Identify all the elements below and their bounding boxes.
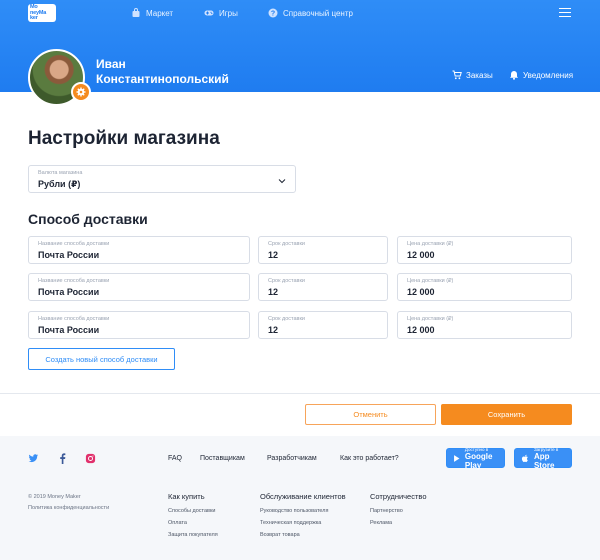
footer-link-suppliers[interactable]: Поставщикам bbox=[200, 455, 245, 462]
divider bbox=[0, 393, 600, 394]
delivery-term-value: 12 bbox=[268, 250, 279, 260]
footer-link[interactable]: Руководство пользователя bbox=[260, 508, 329, 514]
footer-col-title: Как купить bbox=[168, 492, 205, 501]
footer-link[interactable]: Техническая поддержка bbox=[260, 520, 321, 526]
notifications-link[interactable]: Уведомления bbox=[509, 70, 573, 80]
nav-help[interactable]: ? Справочный центр bbox=[268, 7, 353, 19]
footer-link[interactable]: Возврат товара bbox=[260, 532, 300, 538]
delivery-price-value: 12 000 bbox=[407, 325, 435, 335]
user-first-name: Иван bbox=[96, 57, 126, 71]
delivery-title: Способ доставки bbox=[28, 211, 148, 227]
delivery-name-field[interactable]: Название способа доставки Почта России bbox=[28, 311, 250, 339]
logo-text-3: Ma bbox=[38, 9, 47, 16]
footer-col-title: Обслуживание клиентов bbox=[260, 492, 346, 501]
footer-link[interactable]: Способы доставки bbox=[168, 508, 215, 514]
bell-icon bbox=[510, 71, 518, 80]
orders-link[interactable]: Заказы bbox=[452, 70, 493, 80]
delivery-term-value: 12 bbox=[268, 287, 279, 297]
app-store-button[interactable]: Загрузите в App Store bbox=[514, 447, 572, 470]
delivery-price-label: Цена доставки (₽) bbox=[407, 316, 454, 322]
delivery-price-label: Цена доставки (₽) bbox=[407, 278, 454, 284]
footer-link-how-it-works[interactable]: Как это работает? bbox=[340, 455, 399, 462]
gamepad-icon bbox=[204, 10, 214, 16]
avatar-settings-button[interactable] bbox=[71, 82, 91, 102]
footer-link-developers[interactable]: Разработчикам bbox=[267, 455, 317, 462]
save-button[interactable]: Сохранить bbox=[441, 404, 572, 425]
facebook-icon[interactable] bbox=[57, 453, 68, 464]
nav-market[interactable]: Маркет bbox=[131, 7, 173, 19]
svg-text:?: ? bbox=[271, 10, 275, 17]
gear-icon bbox=[76, 87, 86, 97]
footer-link[interactable]: Партнерство bbox=[370, 508, 403, 514]
logo[interactable]: Mo neyMa ker bbox=[28, 4, 56, 22]
delivery-name-label: Название способа доставки bbox=[38, 241, 110, 247]
cart-icon bbox=[452, 70, 462, 80]
footer-link-faq[interactable]: FAQ bbox=[168, 455, 182, 462]
delivery-price-value: 12 000 bbox=[407, 250, 435, 260]
footer-link[interactable]: Оплата bbox=[168, 520, 187, 526]
nav-games[interactable]: Игры bbox=[204, 7, 238, 19]
chevron-down-icon bbox=[278, 179, 286, 184]
delivery-name-value: Почта России bbox=[38, 325, 100, 335]
help-icon: ? bbox=[268, 8, 278, 18]
instagram-icon[interactable] bbox=[85, 453, 96, 464]
currency-select[interactable]: Валюта магазина Рубли (₽) bbox=[28, 165, 296, 193]
google-play-button[interactable]: Доступно в Google Play bbox=[446, 447, 505, 470]
cancel-button[interactable]: Отменить bbox=[305, 404, 436, 425]
delivery-term-label: Срок доставки bbox=[268, 316, 305, 322]
footer-link[interactable]: Защита покупателя bbox=[168, 532, 218, 538]
nav-market-label: Маркет bbox=[146, 8, 174, 18]
delivery-term-field[interactable]: Срок доставки 12 bbox=[258, 311, 388, 339]
delivery-term-value: 12 bbox=[268, 325, 279, 335]
add-delivery-button[interactable]: Создать новый способ доставки bbox=[28, 348, 175, 370]
delivery-price-label: Цена доставки (₽) bbox=[407, 241, 454, 247]
delivery-price-field[interactable]: Цена доставки (₽) 12 000 bbox=[397, 311, 572, 339]
nav-games-label: Игры bbox=[219, 8, 238, 18]
page-title: Настройки магазина bbox=[28, 128, 220, 149]
copyright: © 2019 Money Maker bbox=[28, 494, 81, 500]
delivery-price-value: 12 000 bbox=[407, 287, 435, 297]
delivery-name-value: Почта России bbox=[38, 287, 100, 297]
delivery-price-field[interactable]: Цена доставки (₽) 12 000 bbox=[397, 273, 572, 301]
currency-value: Рубли (₽) bbox=[38, 179, 81, 189]
hamburger-menu-icon[interactable] bbox=[559, 8, 571, 17]
orders-label: Заказы bbox=[466, 70, 493, 80]
delivery-term-field[interactable]: Срок доставки 12 bbox=[258, 236, 388, 264]
apple-icon bbox=[521, 454, 528, 462]
delivery-name-label: Название способа доставки bbox=[38, 278, 110, 284]
currency-label: Валюта магазина bbox=[38, 170, 83, 176]
google-play-icon bbox=[454, 454, 460, 462]
delivery-name-field[interactable]: Название способа доставки Почта России bbox=[28, 236, 250, 264]
bag-icon bbox=[132, 8, 140, 17]
delivery-term-field[interactable]: Срок доставки 12 bbox=[258, 273, 388, 301]
user-last-name: Константинопольский bbox=[96, 72, 229, 86]
delivery-name-label: Название способа доставки bbox=[38, 316, 110, 322]
app-store-big: App Store bbox=[533, 451, 555, 470]
footer-col-title: Сотрудничество bbox=[370, 492, 427, 501]
user-name: Иван Константинопольский bbox=[96, 57, 276, 87]
delivery-price-field[interactable]: Цена доставки (₽) 12 000 bbox=[397, 236, 572, 264]
twitter-icon[interactable] bbox=[28, 453, 39, 464]
privacy-link[interactable]: Политика конфиденциальности bbox=[28, 505, 109, 511]
delivery-name-field[interactable]: Название способа доставки Почта России bbox=[28, 273, 250, 301]
delivery-term-label: Срок доставки bbox=[268, 241, 305, 247]
logo-text-4: ker bbox=[30, 15, 38, 21]
delivery-term-label: Срок доставки bbox=[268, 278, 305, 284]
google-play-big: Google Play bbox=[464, 451, 493, 470]
nav-help-label: Справочный центр bbox=[283, 8, 353, 18]
footer-link[interactable]: Реклама bbox=[370, 520, 392, 526]
delivery-name-value: Почта России bbox=[38, 250, 100, 260]
notifications-label: Уведомления bbox=[523, 70, 574, 80]
